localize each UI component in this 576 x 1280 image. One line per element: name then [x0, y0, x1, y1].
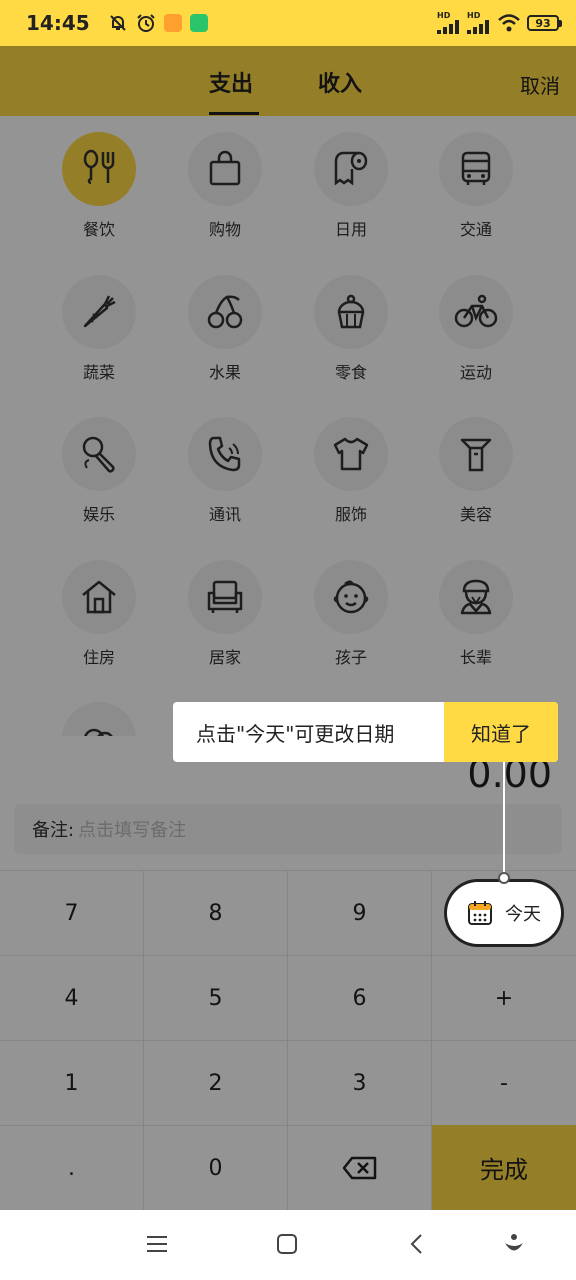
tip-connector-line	[503, 762, 505, 876]
system-nav-bar	[0, 1210, 576, 1280]
home-icon[interactable]	[275, 1232, 299, 1256]
app-notification-icon	[163, 14, 182, 32]
date-tip-popup: 点击"今天"可更改日期 知道了	[173, 702, 558, 762]
alarm-icon	[136, 14, 155, 32]
status-bar-left: 14:45	[26, 11, 208, 35]
wifi-icon	[498, 14, 520, 32]
status-bar-right: HD HD 93	[437, 12, 562, 34]
assistant-icon[interactable]	[502, 1232, 526, 1256]
battery-level: 93	[535, 16, 551, 30]
hd-label: HD	[437, 11, 451, 20]
tip-anchor-dot	[498, 872, 510, 884]
status-bar: 14:45 HD HD 93	[0, 0, 576, 46]
today-button[interactable]: 今天	[444, 879, 564, 947]
back-icon[interactable]	[405, 1232, 429, 1256]
today-label: 今天	[505, 904, 541, 925]
tip-text: 点击"今天"可更改日期	[196, 721, 395, 746]
mute-bell-icon	[109, 15, 126, 31]
security-app-icon	[189, 14, 208, 32]
battery-icon: 93	[527, 15, 562, 31]
got-it-button[interactable]: 知道了	[444, 702, 558, 762]
hd-label: HD	[467, 11, 481, 20]
calendar-icon	[468, 901, 492, 925]
signal-icon	[467, 20, 489, 34]
guide-overlay[interactable]	[0, 46, 576, 1210]
menu-icon[interactable]	[145, 1232, 169, 1256]
status-time: 14:45	[26, 11, 90, 35]
signal-icon	[437, 20, 459, 34]
